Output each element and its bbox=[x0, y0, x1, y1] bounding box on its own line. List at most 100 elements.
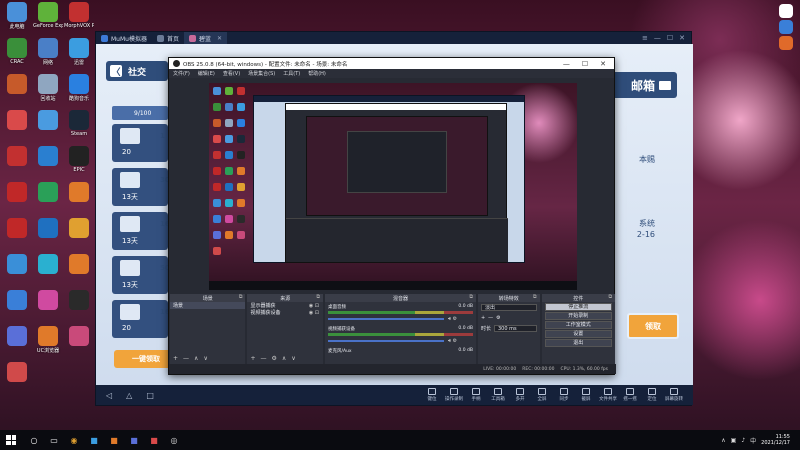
desktop-shortcut[interactable]: Steam bbox=[64, 110, 94, 137]
desktop-shortcut[interactable]: MorphVOX Pro bbox=[64, 2, 94, 29]
mumu-tool-button[interactable]: 屏幕旋转 bbox=[665, 388, 683, 402]
dock-float-icon[interactable]: ⧉ bbox=[608, 294, 612, 300]
mumu-tool-button[interactable]: 同步 bbox=[555, 388, 573, 402]
minimize-button[interactable]: — bbox=[563, 60, 570, 68]
mumu-tool-button[interactable]: 键位 bbox=[423, 388, 441, 402]
volume-slider[interactable] bbox=[327, 340, 444, 342]
android-recents-button[interactable]: □ bbox=[146, 391, 154, 400]
speaker-icon[interactable]: 🔊︎ ⚙ bbox=[448, 316, 457, 322]
tray-expand-icon[interactable]: ∧ bbox=[721, 437, 725, 444]
move-down-button[interactable]: ∨ bbox=[291, 355, 295, 362]
source-settings-gear-icon[interactable]: ⚙ bbox=[272, 355, 277, 362]
desktop-shortcut[interactable] bbox=[776, 36, 796, 50]
tray-ime-icon[interactable]: 中 bbox=[750, 436, 756, 445]
obs-preview[interactable] bbox=[209, 83, 577, 290]
android-home-button[interactable]: △ bbox=[126, 391, 132, 400]
desktop-shortcut[interactable]: EPIC bbox=[64, 146, 94, 173]
back-button[interactable]: 〈 bbox=[110, 65, 122, 78]
maximize-button[interactable]: ☐ bbox=[667, 34, 673, 42]
mumu-tab-game[interactable]: 碧蓝 ✕ bbox=[183, 32, 228, 44]
desktop-shortcut[interactable] bbox=[2, 218, 32, 239]
menu-item[interactable]: 文件(F) bbox=[173, 70, 190, 77]
desktop-shortcut[interactable]: 此电脑 bbox=[2, 2, 32, 30]
claim-button[interactable]: 领取 bbox=[627, 313, 679, 339]
studio-mode-button[interactable]: 工作室模式 bbox=[544, 321, 613, 329]
dock-float-icon[interactable]: ⧉ bbox=[239, 294, 243, 300]
mumu-tool-button[interactable]: 文件共享 bbox=[599, 388, 617, 402]
taskbar-search-icon[interactable]: ○ bbox=[28, 434, 40, 446]
close-button[interactable]: ✕ bbox=[679, 34, 685, 42]
desktop-shortcut[interactable] bbox=[33, 254, 63, 275]
desktop-shortcut[interactable] bbox=[2, 326, 32, 347]
dock-float-icon[interactable]: ⧉ bbox=[469, 294, 473, 300]
tray-network-icon[interactable]: ▣ bbox=[731, 437, 737, 444]
menu-icon[interactable]: ≡ bbox=[642, 34, 648, 42]
menu-item[interactable]: 帮助(H) bbox=[308, 70, 326, 77]
mumu-tab-app[interactable]: MuMu模拟器 bbox=[96, 32, 152, 44]
menu-item[interactable]: 编辑(E) bbox=[198, 70, 215, 77]
visibility-eye-icon[interactable]: ◉ ⊡ bbox=[309, 303, 319, 309]
add-transition-button[interactable]: + bbox=[481, 315, 485, 321]
visibility-eye-icon[interactable]: ◉ ⊡ bbox=[309, 310, 319, 316]
mail-item[interactable]: 13天 30 bbox=[112, 168, 170, 206]
mumu-tool-button[interactable]: 手柄 bbox=[467, 388, 485, 402]
scene-item[interactable]: 场景 bbox=[170, 302, 246, 309]
start-recording-button[interactable]: 开始录制 bbox=[544, 312, 613, 320]
desktop-shortcut[interactable]: 回收站 bbox=[33, 74, 63, 102]
desktop-shortcut[interactable] bbox=[33, 182, 63, 203]
move-down-button[interactable]: ∨ bbox=[203, 355, 207, 362]
mail-item[interactable]: 13天 16 bbox=[112, 212, 170, 250]
speaker-icon[interactable]: 🔊︎ ⚙ bbox=[448, 338, 457, 344]
desktop-shortcut[interactable] bbox=[776, 4, 796, 18]
start-button-windows-icon[interactable] bbox=[6, 435, 16, 445]
transition-settings-gear-icon[interactable]: ⚙ bbox=[496, 315, 500, 321]
desktop-shortcut[interactable]: 迅雷 bbox=[64, 38, 94, 66]
desktop-shortcut[interactable] bbox=[2, 254, 32, 275]
menu-item[interactable]: 工具(T) bbox=[283, 70, 300, 77]
mumu-tool-button[interactable]: 摇一摇 bbox=[621, 388, 639, 402]
move-up-button[interactable]: ∧ bbox=[194, 355, 198, 362]
taskbar-chrome-icon[interactable]: ◉ bbox=[68, 434, 80, 446]
desktop-shortcut[interactable] bbox=[33, 110, 63, 131]
dock-float-icon[interactable]: ⧉ bbox=[316, 294, 320, 300]
mumu-tool-button[interactable]: 操作录制 bbox=[445, 388, 463, 402]
move-up-button[interactable]: ∧ bbox=[282, 355, 286, 362]
desktop-shortcut[interactable] bbox=[64, 290, 94, 311]
desktop-shortcut[interactable]: UC浏览器 bbox=[33, 326, 63, 354]
mail-item[interactable]: 13天 50 bbox=[112, 256, 170, 294]
minimize-button[interactable]: — bbox=[654, 34, 661, 42]
source-item[interactable]: 显示器捕获 ◉ ⊡ bbox=[247, 302, 322, 310]
desktop-shortcut[interactable] bbox=[64, 254, 94, 275]
desktop-shortcut[interactable] bbox=[33, 218, 63, 239]
desktop-shortcut[interactable] bbox=[2, 146, 32, 167]
add-source-button[interactable]: + bbox=[250, 355, 255, 362]
remove-source-button[interactable]: — bbox=[261, 355, 267, 362]
remove-transition-button[interactable]: — bbox=[488, 315, 493, 321]
clock[interactable]: 11:55 2021/12/17 bbox=[761, 434, 790, 446]
desktop-shortcut[interactable] bbox=[2, 182, 32, 203]
source-item[interactable]: 视频捕获设备 ◉ ⊡ bbox=[247, 309, 322, 317]
taskbar-app4-icon[interactable]: ■ bbox=[128, 434, 140, 446]
desktop-shortcut[interactable]: CRAC bbox=[2, 38, 32, 65]
mail-item[interactable]: 20 16 bbox=[112, 300, 170, 338]
close-button[interactable]: ✕ bbox=[600, 60, 606, 68]
tray-volume-icon[interactable]: ♪ bbox=[741, 437, 745, 444]
taskbar-app3-icon[interactable]: ■ bbox=[108, 434, 120, 446]
desktop-shortcut[interactable] bbox=[64, 218, 94, 239]
mumu-tool-button[interactable]: 全屏 bbox=[533, 388, 551, 402]
mail-item[interactable]: 20 1 bbox=[112, 124, 168, 162]
desktop-shortcut[interactable] bbox=[33, 290, 63, 311]
menu-item[interactable]: 场景集合(S) bbox=[248, 70, 275, 77]
add-scene-button[interactable]: + bbox=[173, 355, 178, 362]
taskbar-app5-icon[interactable]: ■ bbox=[148, 434, 160, 446]
mumu-tool-button[interactable]: 多开 bbox=[511, 388, 529, 402]
mumu-tool-button[interactable]: 工具箱 bbox=[489, 388, 507, 402]
desktop-shortcut[interactable] bbox=[64, 326, 94, 347]
mumu-tool-button[interactable]: 截屏 bbox=[577, 388, 595, 402]
desktop-shortcut[interactable] bbox=[776, 20, 796, 34]
dock-float-icon[interactable]: ⧉ bbox=[533, 294, 537, 300]
volume-slider[interactable] bbox=[327, 318, 444, 320]
exit-button[interactable]: 退出 bbox=[544, 339, 613, 347]
mumu-tool-button[interactable]: 定位 bbox=[643, 388, 661, 402]
desktop-shortcut[interactable] bbox=[64, 182, 94, 203]
